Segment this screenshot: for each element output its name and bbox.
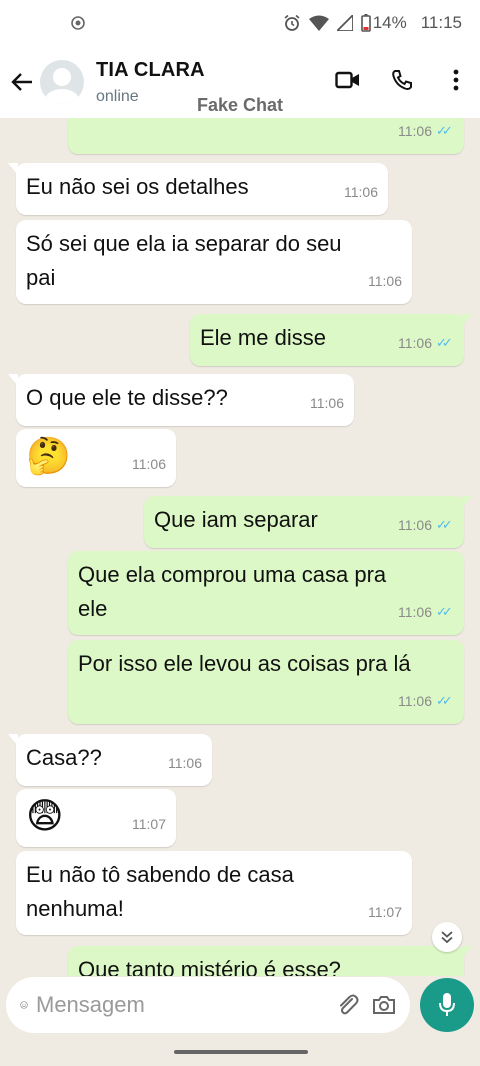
message-text: Casa??	[26, 745, 102, 770]
message-meta: 11:07	[368, 895, 402, 929]
message-composer	[6, 977, 410, 1033]
message-time: 11:06	[310, 395, 344, 411]
message-text: Que ela comprou uma casa pra ele	[78, 562, 387, 621]
message-meta: 11:06	[344, 175, 378, 209]
message-time: 11:06	[168, 755, 202, 771]
arrow-left-icon	[11, 73, 32, 91]
message-text: Que iam separar	[154, 507, 318, 532]
home-gesture-handle[interactable]	[174, 1050, 308, 1054]
chat-area[interactable]: 11:06 ✓✓ Eu não sei os detalhes 11:06 Só…	[0, 118, 480, 976]
message-meta: 11:06	[310, 386, 344, 420]
message-bubble[interactable]: Que iam separar 11:06 ✓✓	[144, 496, 472, 548]
message-bubble[interactable]: Eu não tô sabendo de casa nenhuma! 11:07	[16, 851, 412, 935]
message-text: Por isso ele levou as coisas pra lá	[78, 651, 411, 676]
scroll-down-button[interactable]	[432, 922, 462, 952]
phone-icon	[392, 70, 412, 90]
message-bubble[interactable]: Ele me disse 11:06 ✓✓	[190, 314, 472, 366]
message-bubble[interactable]: 🤔 11:06	[16, 429, 176, 487]
double-chevron-down-icon	[441, 931, 453, 944]
message-time: 11:06	[368, 273, 402, 289]
video-call-button[interactable]	[334, 66, 362, 94]
message-text: Eu não tô sabendo de casa nenhuma!	[26, 862, 294, 921]
read-ticks-icon: ✓✓	[436, 693, 453, 708]
message-meta: 11:06	[368, 264, 402, 298]
voice-call-button[interactable]	[388, 66, 416, 94]
attach-button[interactable]	[336, 990, 360, 1020]
message-text: Ele me disse	[200, 325, 326, 350]
message-time: 11:06	[398, 123, 432, 139]
message-bubble[interactable]: O que ele te disse?? 11:06	[8, 374, 354, 426]
message-time: 11:07	[132, 816, 166, 832]
location-icon	[71, 16, 85, 30]
message-bubble[interactable]: Só sei que ela ia separar do seu pai 11:…	[16, 220, 412, 304]
message-meta: 11:06 ✓✓	[398, 326, 454, 360]
camera-icon	[373, 996, 395, 1014]
alarm-icon	[284, 14, 300, 31]
message-meta: 11:06 ✓✓	[398, 118, 454, 148]
message-time: 11:07	[368, 904, 402, 920]
read-ticks-icon: ✓✓	[436, 517, 453, 532]
microphone-icon	[439, 993, 455, 1016]
message-time: 11:06	[398, 693, 432, 709]
message-time: 11:06	[398, 604, 432, 620]
wifi-icon	[308, 15, 329, 31]
message-meta: 11:06 ✓✓	[398, 684, 454, 718]
message-meta: 11:06	[132, 447, 166, 481]
emoji-icon[interactable]	[20, 993, 28, 1017]
message-time: 11:06	[132, 456, 166, 472]
message-time: 11:06	[344, 184, 378, 200]
message-bubble[interactable]: Por isso ele levou as coisas pra lá 11:0…	[68, 640, 464, 724]
message-text: O que ele te disse??	[26, 385, 228, 410]
read-ticks-icon: ✓✓	[436, 335, 453, 350]
message-meta: 11:06 ✓✓	[398, 508, 454, 542]
status-bar: 14% 11:15	[0, 0, 480, 46]
more-options-button[interactable]	[442, 66, 470, 94]
message-time: 11:06	[398, 335, 432, 351]
message-meta: 11:06 ✓✓	[398, 595, 454, 629]
video-camera-icon	[335, 71, 359, 89]
paperclip-icon	[340, 994, 359, 1015]
fearful-face-emoji: 😨	[26, 795, 64, 836]
message-bubble[interactable]: Casa?? 11:06	[8, 734, 212, 786]
voice-record-button[interactable]	[420, 978, 474, 1032]
message-text: Eu não sei os detalhes	[26, 174, 249, 199]
message-meta: 11:07	[132, 807, 166, 841]
signal-icon	[336, 15, 353, 31]
system-nav-bar	[0, 1036, 480, 1066]
read-ticks-icon: ✓✓	[436, 604, 453, 619]
battery-icon	[360, 14, 371, 32]
thinking-face-emoji: 🤔	[26, 435, 71, 476]
watermark: Fake Chat	[196, 95, 284, 115]
battery-level: 14%	[372, 13, 407, 32]
message-input[interactable]	[36, 992, 324, 1018]
message-bubble[interactable]: 😨 11:07	[16, 789, 176, 847]
message-bubble[interactable]: Eu não sei os detalhes 11:06	[8, 163, 388, 215]
clock: 11:15	[420, 13, 462, 32]
message-meta: 11:06	[168, 746, 202, 780]
message-bubble[interactable]: Que tanto mistério é esse?	[68, 946, 472, 976]
contact-name: TIA CLARA	[96, 58, 205, 81]
message-bubble[interactable]: Que ela comprou uma casa pra ele 11:06 ✓…	[68, 551, 464, 635]
camera-button[interactable]	[372, 990, 396, 1020]
read-ticks-icon: ✓✓	[436, 123, 453, 138]
more-vertical-icon	[453, 69, 459, 91]
message-bubble[interactable]: 11:06 ✓✓	[68, 118, 464, 154]
message-text: Que tanto mistério é esse?	[78, 957, 341, 976]
message-text: Só sei que ela ia separar do seu pai	[26, 231, 342, 290]
message-time: 11:06	[398, 517, 432, 533]
